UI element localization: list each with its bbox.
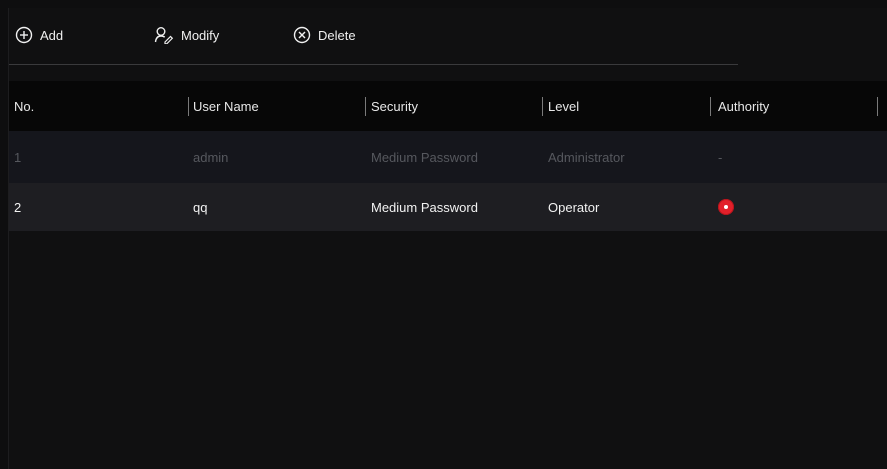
column-header-security[interactable]: Security (371, 81, 418, 131)
modify-button[interactable]: Modify (154, 25, 219, 45)
delete-circle-icon (293, 26, 311, 44)
column-header-level[interactable]: Level (548, 81, 579, 131)
column-header-authority[interactable]: Authority (718, 81, 769, 131)
delete-button[interactable]: Delete (293, 25, 356, 45)
toolbar: Add Modify Delete (9, 8, 887, 65)
cell-level: Operator (548, 199, 600, 215)
cell-user-name: admin (193, 149, 229, 165)
column-divider[interactable] (188, 97, 189, 116)
toolbar-divider (9, 64, 738, 65)
cell-authority (718, 183, 734, 231)
cell-security: Medium Password (371, 149, 478, 165)
column-header-no[interactable]: No. (14, 81, 34, 131)
cell-no: 1 (14, 149, 22, 165)
cell-security: Medium Password (371, 199, 478, 215)
table-row[interactable]: 2 qq Medium Password Operator (9, 183, 887, 231)
add-circle-icon (15, 26, 33, 44)
column-divider[interactable] (542, 97, 543, 116)
cell-level: Administrator (548, 149, 625, 165)
column-divider[interactable] (710, 97, 711, 116)
column-divider[interactable] (877, 97, 878, 116)
add-button[interactable]: Add (15, 25, 63, 45)
table-row[interactable]: 1 admin Medium Password Administrator - (9, 131, 887, 183)
user-edit-icon (154, 26, 174, 44)
cell-no: 2 (14, 199, 22, 215)
user-table: No. User Name Security Level Authority 1… (9, 81, 887, 231)
cell-authority: - (718, 149, 723, 165)
record-dot-icon[interactable] (718, 199, 734, 215)
column-header-user-name[interactable]: User Name (193, 81, 259, 131)
column-divider[interactable] (365, 97, 366, 116)
add-label: Add (40, 27, 64, 43)
table-header: No. User Name Security Level Authority (9, 81, 887, 131)
delete-label: Delete (318, 27, 356, 43)
user-management-panel: Add Modify Delete No. User Name Security… (8, 8, 887, 469)
cell-user-name: qq (193, 199, 208, 215)
modify-label: Modify (181, 27, 220, 43)
